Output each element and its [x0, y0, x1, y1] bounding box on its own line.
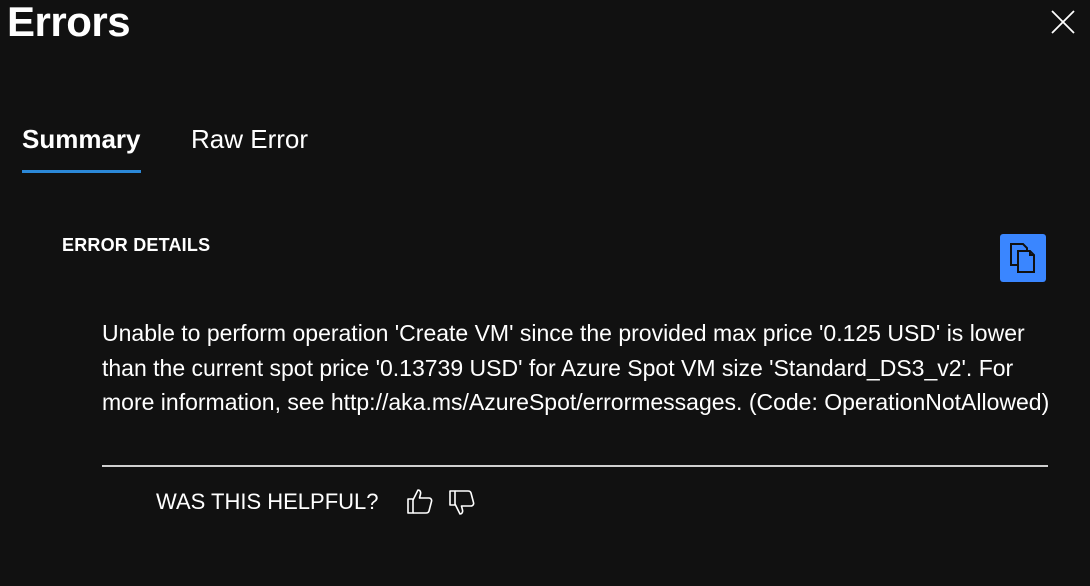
error-message: Unable to perform operation 'Create VM' …	[102, 320, 1050, 415]
dialog-title: Errors	[7, 0, 131, 45]
tab-raw-error[interactable]: Raw Error	[191, 122, 308, 156]
thumbs-up-button[interactable]	[404, 486, 436, 518]
thumbs-up-icon	[407, 489, 433, 514]
divider	[102, 465, 1048, 467]
thumbs-down-button[interactable]	[446, 486, 478, 518]
thumbs-down-icon	[449, 490, 475, 515]
copy-button[interactable]	[1000, 234, 1046, 282]
close-button[interactable]	[1049, 8, 1077, 36]
error-details-heading: ERROR DETAILS	[62, 235, 211, 255]
feedback-prompt: WAS THIS HELPFUL?	[156, 489, 379, 514]
copy-icon	[1010, 243, 1035, 273]
close-icon	[1051, 10, 1075, 34]
tab-summary[interactable]: Summary	[22, 122, 141, 173]
